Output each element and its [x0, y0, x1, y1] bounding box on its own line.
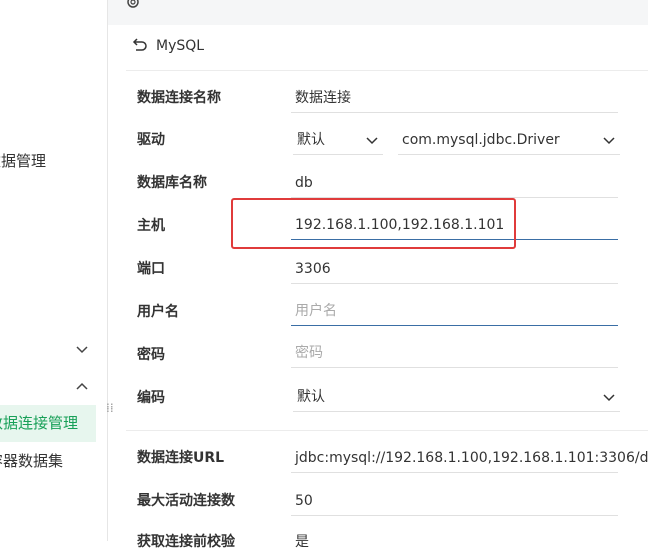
encoding-select[interactable]: 默认 [293, 383, 620, 412]
sidebar-item-connection-manager[interactable]: 数据连接管理 [0, 405, 96, 442]
sidebar-item-label: 管理 [0, 517, 88, 541]
port-label: 端口 [137, 261, 165, 277]
sidebar-item-label: 管理 [0, 68, 88, 105]
chevron-down-icon [602, 383, 616, 411]
connection-name-value: 数据连接 [295, 90, 351, 106]
connection-url-value: jdbc:mysql://192.168.1.100,192.168.1.101… [295, 450, 648, 466]
max-connections-value: 50 [295, 493, 313, 509]
sidebar-item[interactable]: 管理 [0, 218, 96, 255]
sidebar-item[interactable]: 管理 [0, 292, 96, 329]
sidebar-item-label: 管理 [0, 0, 88, 30]
sidebar-item-label: 管理 [0, 480, 88, 517]
resize-handle-icon[interactable]: ⁞⁞ [106, 402, 114, 424]
validate-before-connect-select[interactable]: 是 [291, 528, 618, 556]
host-label: 主机 [137, 218, 165, 234]
sidebar-item[interactable]: 管理 [0, 31, 96, 68]
validate-before-connect-label: 获取连接前校验 [137, 534, 235, 550]
sidebar-item-label: 数据管理 [0, 152, 47, 170]
sidebar-item[interactable]: 管理 [0, 68, 96, 105]
undo-arrow-icon [132, 37, 148, 55]
connection-url-label: 数据连接URL [137, 450, 225, 466]
max-connections-input[interactable]: 50 [291, 487, 618, 516]
back-label: MySQL [156, 38, 205, 54]
chevron-down-icon [365, 126, 379, 154]
sidebar-item[interactable]: 配置 [0, 180, 96, 217]
max-connections-label: 最大活动连接数 [137, 493, 235, 509]
sidebar-item[interactable]: 管理 [0, 517, 96, 541]
sidebar-item[interactable]: 调度 [0, 255, 96, 292]
sidebar-item[interactable]: 管理 [0, 480, 96, 517]
sidebar-item-label: 配置 [0, 180, 88, 217]
top-bar [108, 0, 648, 25]
encoding-value: 默认 [297, 389, 325, 405]
sidebar-item[interactable]: 容器数据集 [0, 443, 96, 480]
chevron-down-icon [602, 126, 616, 154]
database-name-input[interactable]: db [291, 169, 618, 198]
divider [126, 430, 648, 431]
connection-url-input[interactable]: jdbc:mysql://192.168.1.100,192.168.1.101… [291, 444, 648, 473]
back-button[interactable]: MySQL [132, 36, 204, 56]
host-highlight-box [231, 198, 516, 249]
divider [126, 70, 648, 71]
sidebar-item-label: 容器数据集 [0, 452, 64, 470]
username-placeholder: 用户名 [295, 303, 337, 319]
driver-label: 驱动 [137, 132, 165, 148]
username-input[interactable]: 用户名 [291, 297, 618, 326]
port-value: 3306 [295, 261, 331, 277]
chevron-down-icon [74, 330, 90, 367]
password-label: 密码 [137, 347, 165, 363]
driver-class-select[interactable]: com.mysql.jdbc.Driver [398, 126, 620, 155]
connection-name-label: 数据连接名称 [137, 90, 221, 106]
driver-mode-select[interactable]: 默认 [293, 126, 383, 155]
encoding-label: 编码 [137, 390, 165, 406]
validate-before-connect-value: 是 [295, 534, 309, 550]
password-input[interactable]: 密码 [291, 339, 618, 368]
connection-name-input[interactable]: 数据连接 [291, 84, 618, 113]
sidebar-item-label: 管理 [0, 292, 88, 329]
database-name-label: 数据库名称 [137, 175, 207, 191]
driver-class-value: com.mysql.jdbc.Driver [402, 132, 560, 148]
sidebar-item-label: 管理 [0, 218, 88, 255]
sidebar-item-label: 数据连接管理 [0, 414, 79, 432]
sidebar-item-connections[interactable]: 连接 [0, 368, 96, 405]
sidebar: 管理 管理 管理 管理 数据管理 配置 管理 调度 管理 运维 连接 数据连接管… [0, 0, 108, 541]
sidebar-item[interactable]: 管理 [0, 105, 96, 142]
username-label: 用户名 [137, 304, 179, 320]
database-name-value: db [295, 175, 313, 191]
sidebar-item-label: 管理 [0, 31, 88, 68]
sidebar-item-label: 调度 [0, 255, 88, 292]
port-input[interactable]: 3306 [291, 255, 618, 284]
password-placeholder: 密码 [295, 345, 323, 361]
chevron-up-icon [74, 368, 90, 405]
sidebar-item-label: 管理 [0, 105, 88, 142]
sidebar-item[interactable]: 管理 [0, 0, 96, 30]
sidebar-item-ops[interactable]: 运维 [0, 330, 96, 367]
gear-icon[interactable] [125, 0, 141, 10]
driver-mode-value: 默认 [297, 132, 325, 148]
sidebar-item[interactable]: 数据管理 [0, 143, 96, 180]
